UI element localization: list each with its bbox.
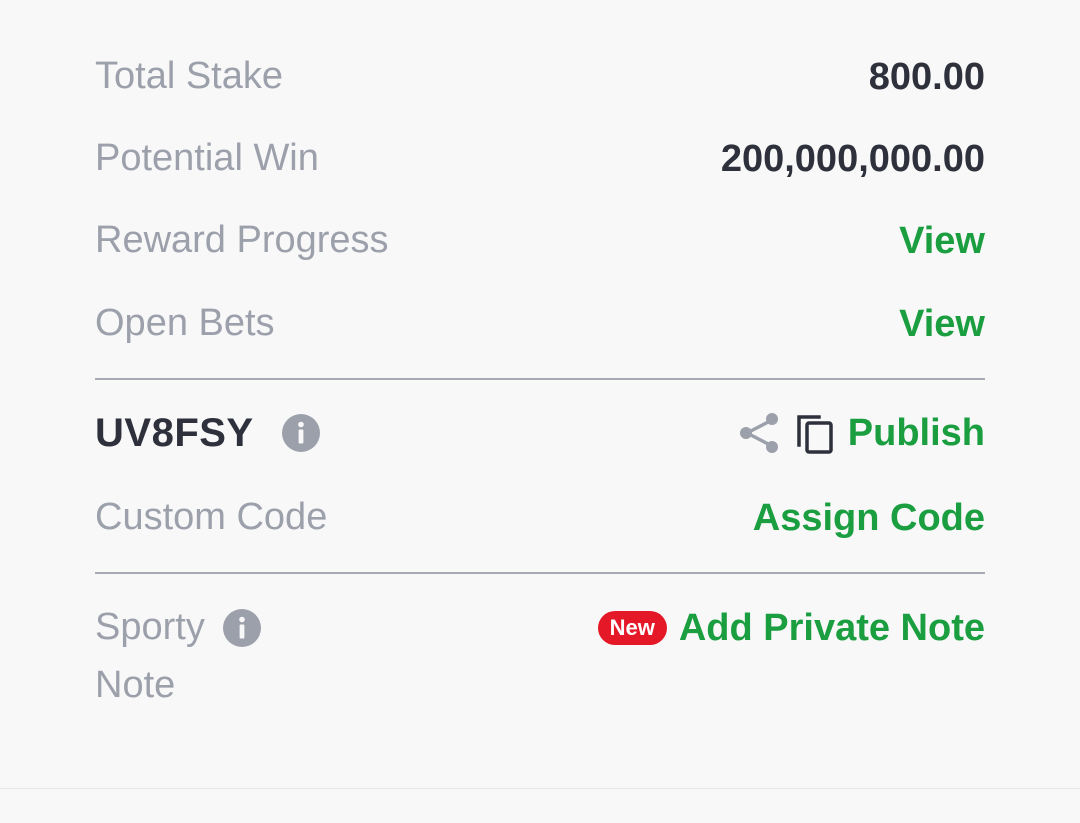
custom-code-label: Custom Code (95, 496, 328, 539)
open-bets-view-link[interactable]: View (899, 303, 985, 346)
reward-progress-view-link[interactable]: View (899, 220, 985, 263)
info-icon[interactable] (222, 609, 261, 647)
custom-code-row: Custom Code Assign Code (95, 488, 985, 548)
total-stake-row: Total Stake 800.00 (95, 47, 985, 107)
booking-actions: Publish (738, 411, 985, 455)
info-icon[interactable] (281, 414, 320, 452)
booking-code-row: UV8FSY Publish (95, 403, 985, 463)
total-stake-value: 800.00 (868, 55, 985, 98)
bet-summary-panel: Total Stake 800.00 Potential Win 200,000… (0, 0, 1080, 823)
total-stake-label: Total Stake (95, 55, 283, 98)
booking-code: UV8FSY (95, 410, 254, 455)
bottom-separator (0, 788, 1080, 789)
reward-progress-label: Reward Progress (95, 219, 389, 262)
sporty-note-label-line2: Note (95, 664, 176, 707)
reward-progress-row: Reward Progress View (95, 211, 985, 271)
divider (95, 572, 985, 574)
add-private-note-button[interactable]: Add Private Note (679, 607, 985, 650)
assign-code-button[interactable]: Assign Code (753, 497, 985, 540)
potential-win-value: 200,000,000.00 (720, 137, 985, 180)
sporty-note-label: Sporty (95, 606, 205, 649)
potential-win-row: Potential Win 200,000,000.00 (95, 129, 985, 189)
add-private-note-group: New Add Private Note (597, 598, 985, 658)
new-badge: New (597, 611, 667, 645)
publish-button[interactable]: Publish (848, 412, 985, 455)
open-bets-row: Open Bets View (95, 294, 985, 354)
sporty-note-label-group: Sporty Note (95, 600, 261, 714)
potential-win-label: Potential Win (95, 137, 319, 180)
open-bets-label: Open Bets (95, 302, 275, 345)
copy-icon[interactable] (794, 411, 836, 455)
share-icon[interactable] (738, 411, 780, 455)
divider (95, 378, 985, 380)
booking-code-group: UV8FSY (95, 411, 320, 456)
